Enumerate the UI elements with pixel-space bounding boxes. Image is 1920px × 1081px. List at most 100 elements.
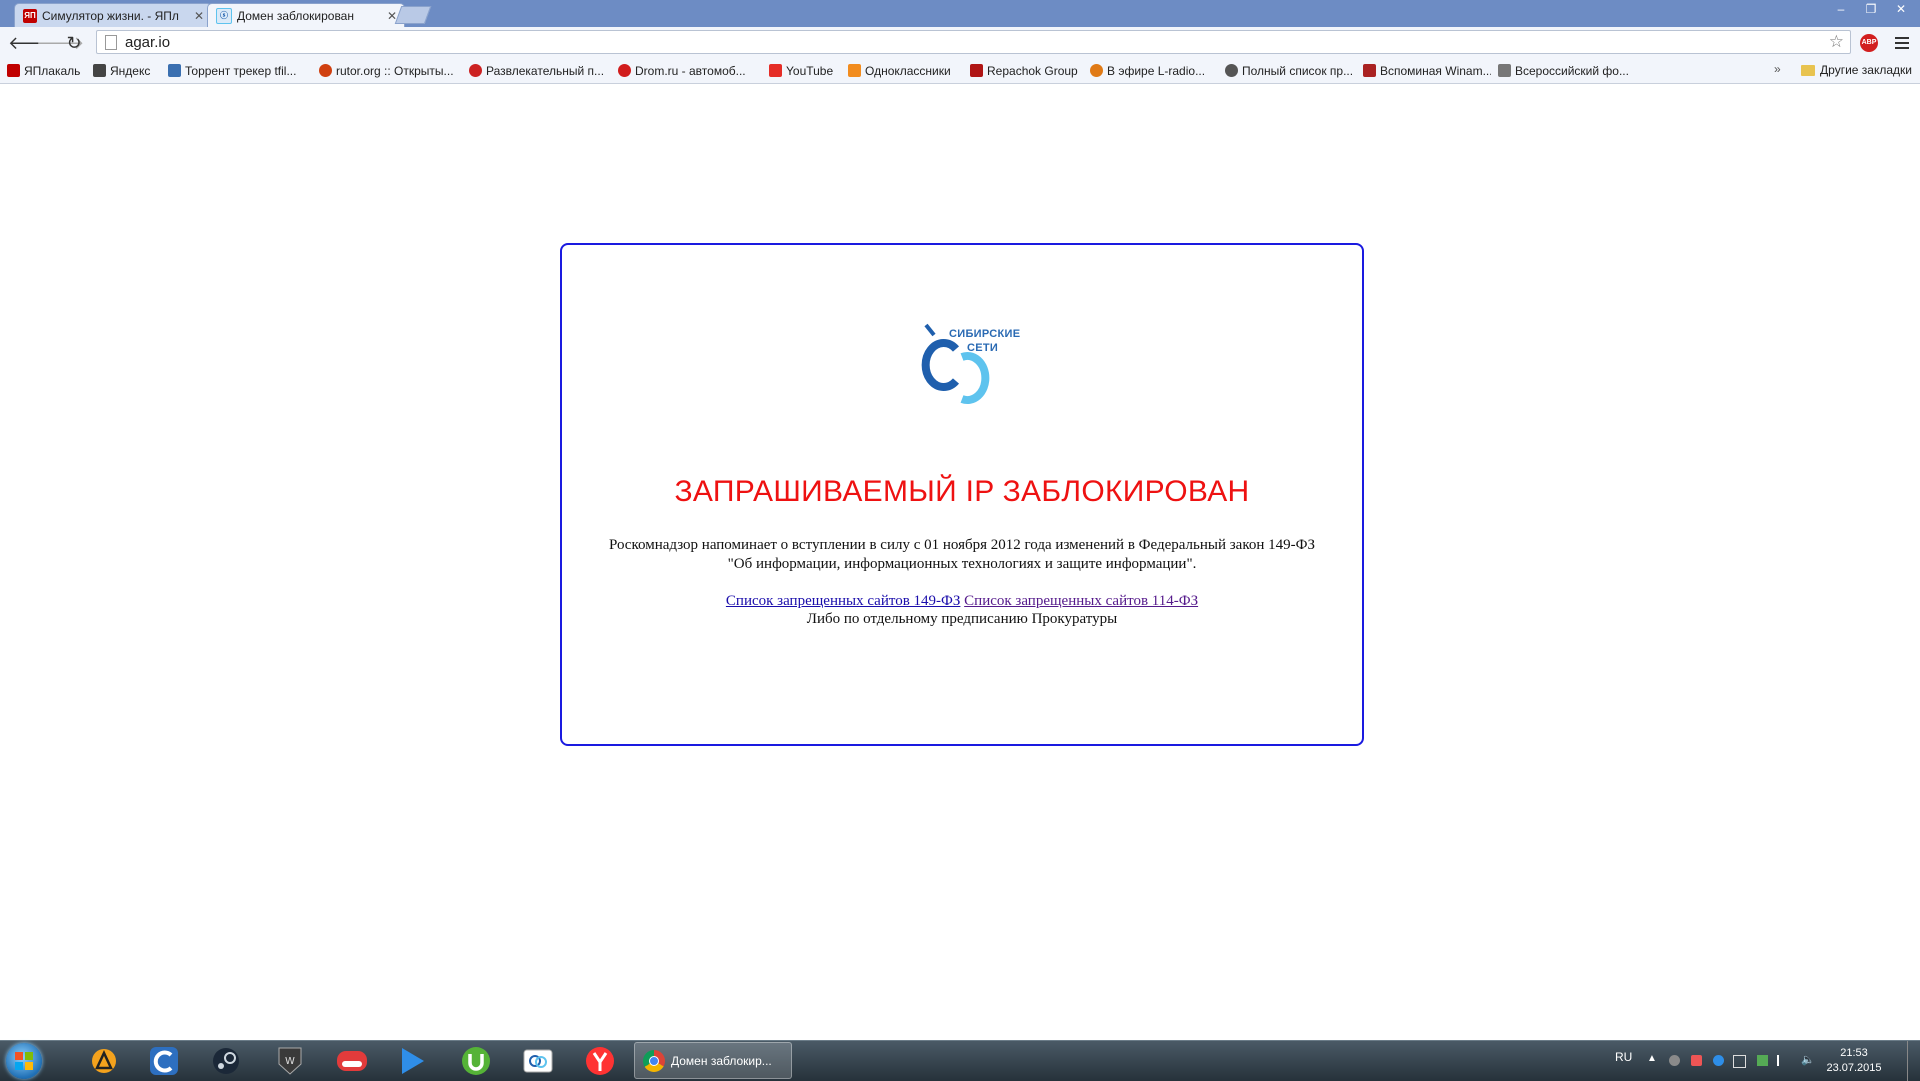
bookmarks-bar: ЯПлакаль Яндекс Торрент трекер tfil... r…: [0, 58, 1920, 84]
logo-text: СИБИРСКИЕ СЕТИ: [949, 327, 1020, 355]
close-window-button[interactable]: ✕: [1886, 0, 1916, 18]
cloud-icon[interactable]: [146, 1044, 182, 1078]
utorrent-glyph: [462, 1047, 490, 1075]
bookmark-repack[interactable]: Repachok Group: [963, 64, 1083, 78]
bookmark-yandex[interactable]: Яндекс: [86, 64, 161, 78]
bookmark-star-icon[interactable]: ☆: [1829, 32, 1844, 52]
notice-line-1: Роскомнадзор напоминает о вступлении в с…: [608, 537, 1316, 553]
bookmark-yaplakal[interactable]: ЯПлакаль: [0, 64, 86, 78]
reload-icon[interactable]: ↻: [64, 33, 84, 53]
bookmark-rutor[interactable]: rutor.org :: Открыты...: [312, 64, 462, 78]
new-tab-button[interactable]: [394, 6, 432, 24]
bookmark-label: Яндекс: [110, 63, 151, 78]
language-indicator[interactable]: RU: [1615, 1050, 1632, 1064]
update-icon[interactable]: [1757, 1055, 1768, 1066]
chrome-menu-icon[interactable]: [1895, 34, 1909, 50]
start-button[interactable]: [6, 1043, 42, 1079]
tab-yaplakal[interactable]: ЯП Симулятор жизни. - ЯПл ✕: [14, 3, 212, 27]
bookmark-pikabu[interactable]: Развлекательный п...: [462, 64, 611, 78]
browser-toolbar: 🡐 🡒 ↻ agar.io ☆ ABP: [0, 27, 1920, 58]
drom-icon: [618, 64, 631, 77]
forward-arrow-icon[interactable]: 🡒: [36, 33, 84, 53]
steam-icon[interactable]: [208, 1044, 244, 1078]
bookmark-tfile[interactable]: Торрент трекер tfil...: [161, 64, 312, 78]
svg-text:W: W: [285, 1056, 295, 1067]
link-banned-sites-114fz[interactable]: Список запрещенных сайтов 114-ФЗ: [964, 593, 1198, 609]
other-bookmarks-label: Другие закладки: [1820, 63, 1912, 77]
show-hidden-icons-icon[interactable]: ▲: [1647, 1053, 1658, 1064]
bookmark-odnoklassniki[interactable]: Одноклассники: [841, 64, 963, 78]
wot-glyph: W: [278, 1047, 302, 1075]
video-glyph: [337, 1051, 367, 1071]
clock[interactable]: 21:53 23.07.2015: [1824, 1046, 1884, 1076]
siberian-networks-icon: ⓢ: [216, 7, 232, 24]
windows-logo-icon: [15, 1052, 33, 1070]
world-of-tanks-icon[interactable]: W: [272, 1044, 308, 1078]
bookmark-winamp[interactable]: Вспоминая Winam...: [1356, 64, 1491, 78]
media-player-icon[interactable]: [394, 1044, 430, 1078]
logo-line2: СЕТИ: [967, 342, 999, 354]
cloud-glyph: [150, 1047, 178, 1075]
volume-icon[interactable]: 🔈: [1801, 1053, 1815, 1066]
banned-lists-links: Список запрещенных сайтов 149-ФЗ Список …: [562, 592, 1362, 611]
bookmark-forum[interactable]: Всероссийский фо...: [1491, 64, 1631, 78]
bookmark-lradio[interactable]: В эфире L-radio...: [1083, 64, 1218, 78]
lradio-icon: [1090, 64, 1103, 77]
youtube-icon: [769, 64, 782, 77]
bookmark-label: rutor.org :: Открыты...: [336, 63, 454, 78]
aimp-icon[interactable]: [86, 1044, 122, 1078]
bookmark-full-list[interactable]: Полный список пр...: [1218, 64, 1356, 78]
logo-line1: СИБИРСКИЕ: [949, 328, 1021, 340]
minimize-button[interactable]: –: [1826, 0, 1856, 18]
browser-titlebar: ЯП Симулятор жизни. - ЯПл ✕ ⓢ Домен забл…: [0, 0, 1920, 27]
more-bookmarks-chevron-icon[interactable]: »: [1774, 62, 1781, 76]
network-icon[interactable]: [1669, 1055, 1680, 1066]
tux-icon: [1225, 64, 1238, 77]
yandex-browser-icon[interactable]: [582, 1044, 618, 1078]
tfile-icon: [168, 64, 181, 77]
forum-icon: [1498, 64, 1511, 77]
action-center-flag-icon[interactable]: [1777, 1055, 1790, 1066]
close-icon[interactable]: ✕: [191, 9, 207, 23]
bookmark-label: YouTube: [786, 63, 834, 78]
back-arrow-icon[interactable]: 🡐: [8, 33, 56, 53]
folder-icon: [1801, 64, 1816, 76]
chrome-icon: [643, 1049, 665, 1072]
bookmark-label: Полный список пр...: [1242, 63, 1354, 78]
info-icon[interactable]: [1713, 1055, 1724, 1066]
notice-paragraph: Роскомнадзор напоминает о вступлении в с…: [562, 536, 1362, 574]
pikabu-icon: [469, 64, 482, 77]
bookmark-label: Вспоминая Winam...: [1380, 63, 1491, 78]
yandex-glyph: [586, 1047, 614, 1075]
adblock-plus-icon[interactable]: ABP: [1860, 34, 1878, 52]
bookmark-drom[interactable]: Drom.ru - автомоб...: [611, 64, 762, 78]
bookmark-label: Одноклассники: [865, 63, 951, 78]
link-banned-sites-149fz[interactable]: Список запрещенных сайтов 149-ФЗ: [726, 593, 961, 609]
yaplakal-icon: ЯП: [23, 8, 37, 23]
bookmark-youtube[interactable]: YouTube: [762, 64, 841, 78]
taskbar-chrome-window[interactable]: Домен заблокир...: [634, 1042, 792, 1079]
aimp-glyph: [92, 1049, 116, 1073]
antivirus-icon[interactable]: [1691, 1055, 1702, 1066]
display-icon[interactable]: [1733, 1055, 1746, 1068]
music-note-icon: [1363, 64, 1376, 77]
bookmark-label: В эфире L-radio...: [1107, 63, 1206, 78]
bookmark-label: Всероссийский фо...: [1515, 63, 1629, 78]
other-bookmarks[interactable]: Другие закладки: [1801, 63, 1912, 77]
rutor-icon: [319, 64, 332, 77]
prosecutor-note: Либо по отдельному предписанию Прокурату…: [806, 611, 1118, 627]
notice-line-2: "Об информации, информационных технологи…: [727, 556, 1197, 572]
restore-button[interactable]: ❐: [1856, 0, 1886, 18]
tab-blocked-domain[interactable]: ⓢ Домен заблокирован ✕: [207, 3, 405, 27]
address-bar[interactable]: agar.io ☆: [96, 30, 1851, 54]
page-icon: [105, 34, 117, 50]
steam-glyph: [213, 1048, 239, 1074]
siberian-networks-logo: СИБИРСКИЕ СЕТИ: [912, 315, 1022, 410]
tab-title: Домен заблокирован: [237, 8, 354, 23]
siberian-networks-icon[interactable]: [520, 1044, 556, 1078]
show-desktop-button[interactable]: [1907, 1041, 1920, 1081]
utorrent-icon[interactable]: [458, 1044, 494, 1078]
video-icon[interactable]: [334, 1044, 370, 1078]
bookmark-label: Drom.ru - автомоб...: [635, 63, 746, 78]
taskbar-window-title: Домен заблокир...: [671, 1053, 772, 1068]
